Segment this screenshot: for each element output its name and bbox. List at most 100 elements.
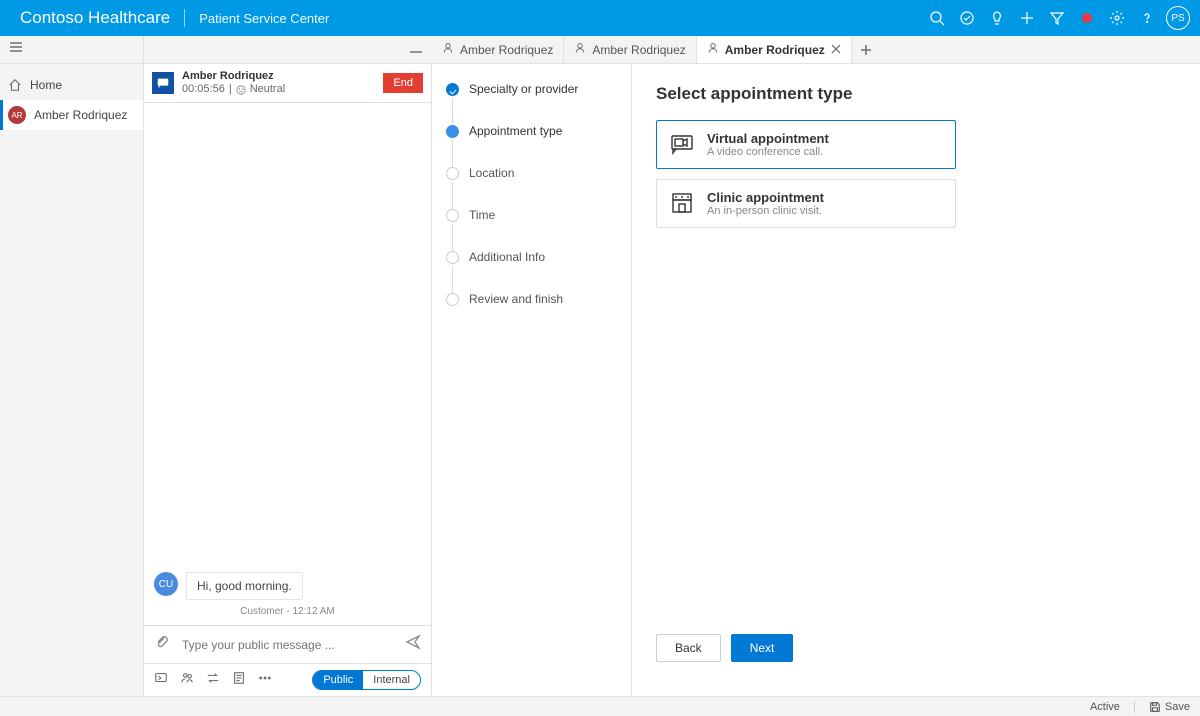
- task-check-icon[interactable]: [952, 0, 982, 36]
- conversation-body: CU Hi, good morning. Customer - 12:12 AM: [144, 103, 431, 625]
- help-icon[interactable]: [1132, 0, 1162, 36]
- settings-gear-icon[interactable]: [1102, 0, 1132, 36]
- step-dot-icon: [446, 293, 459, 306]
- clinic-building-icon: [669, 190, 695, 216]
- send-icon[interactable]: [405, 634, 421, 655]
- customer-avatar: CU: [154, 572, 178, 596]
- tab-label: Amber Rodriquez: [725, 43, 825, 57]
- step-label: Time: [469, 208, 495, 222]
- home-icon: [8, 78, 22, 92]
- tabs-bar: Amber Rodriquez Amber Rodriquez Amber Ro…: [432, 36, 1200, 63]
- conversation-sentiment: Neutral: [250, 83, 285, 96]
- page-title: Select appointment type: [656, 84, 1176, 104]
- message-input[interactable]: [180, 637, 395, 653]
- card-title: Virtual appointment: [707, 131, 829, 146]
- message-input-row: [144, 625, 431, 663]
- quick-reply-icon[interactable]: [154, 671, 168, 690]
- tab-close-icon[interactable]: [831, 43, 841, 57]
- lightbulb-icon[interactable]: [982, 0, 1012, 36]
- main-area: Home AR Amber Rodriquez Amber Rodriquez …: [0, 64, 1200, 696]
- message-bubble: Hi, good morning.: [186, 572, 303, 600]
- step-additional-info[interactable]: Additional Info: [446, 250, 617, 292]
- step-dot-icon: [446, 209, 459, 222]
- tab-2[interactable]: Amber Rodriquez: [564, 36, 696, 63]
- step-dot-icon: [446, 251, 459, 264]
- minimize-panel-icon[interactable]: [410, 41, 422, 59]
- content-pane: Select appointment type Virtual appointm…: [632, 64, 1200, 696]
- step-label: Location: [469, 166, 514, 180]
- save-icon: [1149, 701, 1161, 713]
- footer-save-label: Save: [1165, 701, 1190, 713]
- step-label: Appointment type: [469, 124, 562, 138]
- visibility-public[interactable]: Public: [313, 671, 363, 689]
- left-nav: Home AR Amber Rodriquez: [0, 64, 144, 696]
- status-footer: Active Save: [0, 696, 1200, 716]
- topbar: Contoso Healthcare Patient Service Cente…: [0, 0, 1200, 36]
- step-dot-icon: [446, 125, 459, 138]
- footer-status: Active: [1090, 701, 1120, 713]
- consult-icon[interactable]: [180, 671, 194, 690]
- nav-home-label: Home: [30, 78, 62, 92]
- next-button[interactable]: Next: [731, 634, 794, 662]
- record-indicator-icon[interactable]: [1072, 0, 1102, 36]
- hamburger-menu-icon[interactable]: [8, 39, 24, 60]
- tab-3[interactable]: Amber Rodriquez: [697, 36, 852, 63]
- person-icon: [707, 42, 719, 57]
- tab-add-icon[interactable]: [852, 36, 880, 63]
- conversation-header: Amber Rodriquez 00:05:56 | Neutral End: [144, 64, 431, 103]
- wizard-steps: Specialty or provider Appointment type L…: [432, 64, 632, 696]
- nav-home[interactable]: Home: [0, 70, 143, 100]
- step-label: Review and finish: [469, 292, 563, 306]
- session-avatar: AR: [8, 106, 26, 124]
- tab-1[interactable]: Amber Rodriquez: [432, 36, 564, 63]
- notes-icon[interactable]: [232, 671, 246, 690]
- step-time[interactable]: Time: [446, 208, 617, 250]
- step-dot-icon: [446, 83, 459, 96]
- visibility-toggle: Public Internal: [312, 670, 421, 690]
- step-location[interactable]: Location: [446, 166, 617, 208]
- tab-label: Amber Rodriquez: [592, 43, 685, 57]
- card-clinic-appointment[interactable]: Clinic appointment An in-person clinic v…: [656, 179, 956, 228]
- step-label: Specialty or provider: [469, 82, 578, 96]
- secondary-bar: Amber Rodriquez Amber Rodriquez Amber Ro…: [0, 36, 1200, 64]
- step-label: Additional Info: [469, 250, 545, 264]
- chat-channel-icon: [152, 72, 174, 94]
- wizard-actions: Back Next: [656, 616, 1176, 696]
- brand-subtitle: Patient Service Center: [199, 11, 329, 26]
- footer-divider: [1134, 701, 1135, 713]
- footer-save-button[interactable]: Save: [1149, 701, 1190, 713]
- add-icon[interactable]: [1012, 0, 1042, 36]
- transfer-icon[interactable]: [206, 671, 220, 690]
- brand-divider: [184, 9, 185, 27]
- sentiment-neutral-icon: [236, 85, 246, 95]
- step-dot-icon: [446, 167, 459, 180]
- step-specialty[interactable]: Specialty or provider: [446, 82, 617, 124]
- card-virtual-appointment[interactable]: Virtual appointment A video conference c…: [656, 120, 956, 169]
- conversation-panel: Amber Rodriquez 00:05:56 | Neutral End C…: [144, 64, 432, 696]
- card-desc: An in-person clinic visit.: [707, 205, 824, 217]
- step-review[interactable]: Review and finish: [446, 292, 617, 306]
- video-chat-icon: [669, 131, 695, 157]
- card-title: Clinic appointment: [707, 190, 824, 205]
- person-icon: [574, 42, 586, 57]
- appointment-type-cards: Virtual appointment A video conference c…: [656, 120, 956, 228]
- conversation-name: Amber Rodriquez: [182, 70, 375, 83]
- more-icon[interactable]: [258, 671, 272, 690]
- person-icon: [442, 42, 454, 57]
- attach-icon[interactable]: [154, 634, 170, 655]
- filter-icon[interactable]: [1042, 0, 1072, 36]
- card-desc: A video conference call.: [707, 146, 829, 158]
- step-appointment-type[interactable]: Appointment type: [446, 124, 617, 166]
- search-icon[interactable]: [922, 0, 952, 36]
- end-conversation-button[interactable]: End: [383, 73, 423, 93]
- message-meta: Customer - 12:12 AM: [154, 606, 421, 617]
- brand-title: Contoso Healthcare: [20, 8, 184, 28]
- nav-session[interactable]: AR Amber Rodriquez: [0, 100, 143, 130]
- back-button[interactable]: Back: [656, 634, 721, 662]
- user-avatar[interactable]: PS: [1166, 6, 1190, 30]
- conversation-timer: 00:05:56: [182, 83, 225, 96]
- nav-session-label: Amber Rodriquez: [34, 108, 127, 122]
- chat-message: CU Hi, good morning.: [154, 572, 421, 600]
- visibility-internal[interactable]: Internal: [363, 671, 420, 689]
- tab-label: Amber Rodriquez: [460, 43, 553, 57]
